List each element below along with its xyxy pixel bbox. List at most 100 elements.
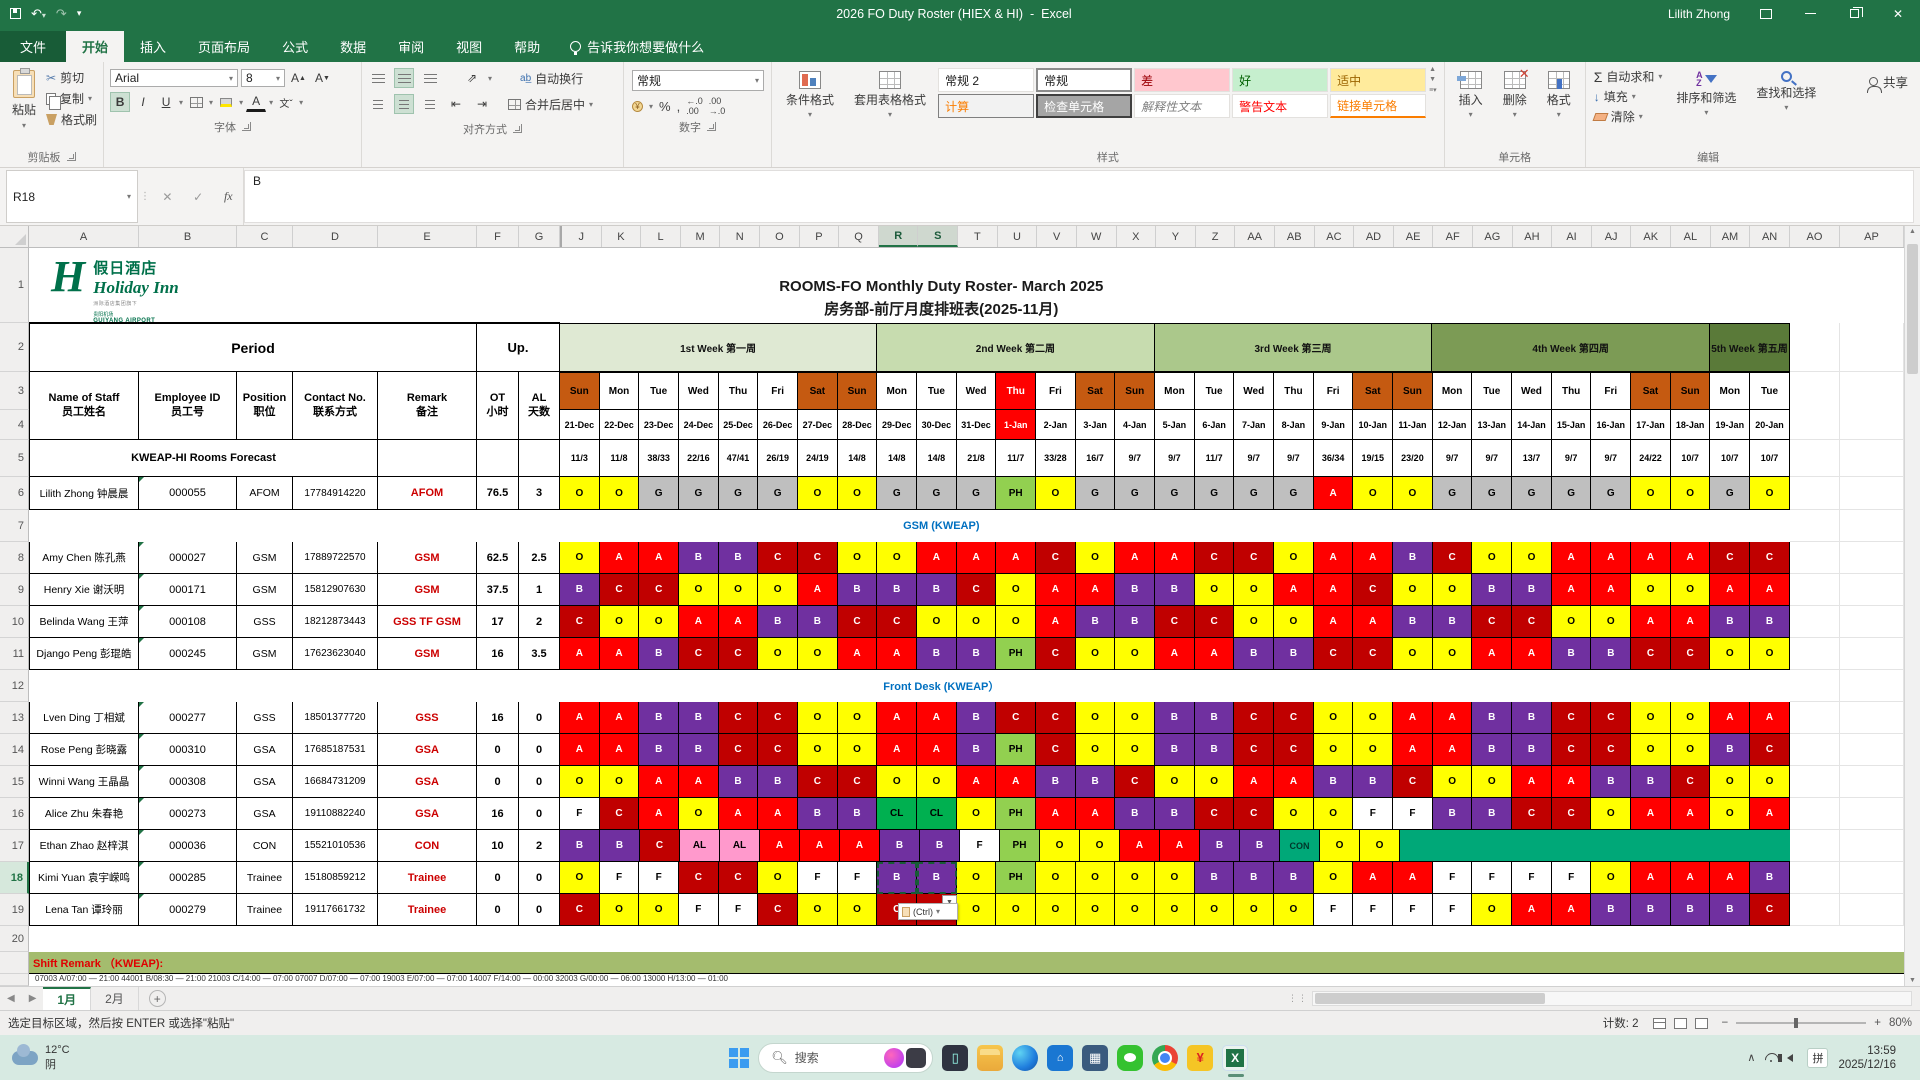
shift-cell[interactable]: C xyxy=(1234,542,1274,574)
ot-cell[interactable]: 17 xyxy=(477,606,519,638)
italic-button[interactable]: I xyxy=(133,92,153,112)
shift-cell[interactable]: AL xyxy=(720,830,760,862)
row-header-20[interactable]: 20 xyxy=(0,926,29,952)
position-cell[interactable]: GSM xyxy=(237,638,293,670)
empty-cell[interactable] xyxy=(1840,510,1904,542)
taskbar-store-icon[interactable]: ⌂ xyxy=(1047,1045,1073,1071)
shift-cell[interactable]: C xyxy=(838,606,878,638)
shift-cell[interactable]: B xyxy=(838,574,878,606)
shift-cell[interactable]: PH xyxy=(996,477,1036,510)
date-cell[interactable]: 3-Jan xyxy=(1076,410,1116,440)
table-header-cell[interactable]: Position职位 xyxy=(237,372,293,440)
column-header-D[interactable]: D xyxy=(293,226,378,247)
shift-cell[interactable]: A xyxy=(1353,606,1393,638)
shift-cell[interactable]: O xyxy=(1115,862,1155,894)
column-header-U[interactable]: U xyxy=(998,226,1038,247)
shift-cell[interactable]: F xyxy=(1353,894,1393,926)
forecast-cell[interactable]: 16/7 xyxy=(1076,440,1116,477)
shift-cell[interactable]: G xyxy=(639,477,679,510)
empty-cell[interactable] xyxy=(1840,894,1904,926)
empty-cell[interactable] xyxy=(1790,477,1840,510)
shift-cell[interactable]: A xyxy=(1671,862,1711,894)
shift-cell[interactable]: C xyxy=(1195,606,1235,638)
contact-cell[interactable]: 17784914220 xyxy=(293,477,378,510)
ot-cell[interactable]: 16 xyxy=(477,702,519,734)
staff-name-cell[interactable]: Ethan Zhao 赵梓淇 xyxy=(29,830,139,862)
staff-name-cell[interactable]: Alice Zhu 朱春艳 xyxy=(29,798,139,830)
date-cell[interactable]: 29-Dec xyxy=(877,410,917,440)
date-cell[interactable]: 20-Jan xyxy=(1750,410,1790,440)
shift-cell[interactable]: F xyxy=(1393,894,1433,926)
shift-cell[interactable]: O xyxy=(1671,477,1711,510)
contact-cell[interactable]: 15521010536 xyxy=(293,830,378,862)
shift-cell[interactable]: B xyxy=(1274,862,1314,894)
shift-cell[interactable]: B xyxy=(1512,734,1552,766)
shift-cell[interactable] xyxy=(1439,830,1478,862)
shift-cell[interactable]: G xyxy=(1155,477,1195,510)
shift-cell[interactable]: O xyxy=(1353,477,1393,510)
shift-cell[interactable]: G xyxy=(957,477,997,510)
forecast-cell[interactable]: 9/7 xyxy=(1433,440,1473,477)
shift-cell[interactable]: O xyxy=(1591,862,1631,894)
shift-cell[interactable]: B xyxy=(1155,798,1195,830)
forecast-cell[interactable]: 19/15 xyxy=(1353,440,1393,477)
tab-file[interactable]: 文件 xyxy=(0,31,66,62)
shift-cell[interactable]: PH xyxy=(996,798,1036,830)
day-name-cell[interactable]: Sat xyxy=(798,372,838,410)
shift-cell[interactable]: B xyxy=(798,606,838,638)
shift-cell[interactable]: C xyxy=(1552,798,1592,830)
staff-name-cell[interactable]: Amy Chen 陈孔燕 xyxy=(29,542,139,574)
ime-indicator[interactable]: 拼 xyxy=(1807,1048,1828,1068)
shift-cell[interactable]: O xyxy=(1076,862,1116,894)
al-cell[interactable]: 0 xyxy=(519,862,560,894)
shift-cell[interactable]: B xyxy=(1433,798,1473,830)
close-button[interactable]: ✕ xyxy=(1876,0,1920,27)
shift-cell[interactable]: G xyxy=(1433,477,1473,510)
forecast-cell[interactable]: 11/3 xyxy=(560,440,600,477)
empty-cell[interactable] xyxy=(1840,606,1904,638)
style-neutral[interactable]: 适中 xyxy=(1330,68,1426,92)
employee-id-cell[interactable]: 000055 xyxy=(139,477,237,510)
style-calculation[interactable]: 计算 xyxy=(938,94,1034,118)
styles-scroll-up-icon[interactable]: ▲ xyxy=(1429,66,1437,73)
shift-cell[interactable]: G xyxy=(1512,477,1552,510)
shift-cell[interactable]: O xyxy=(1314,862,1354,894)
ribbon-display-options-icon[interactable] xyxy=(1744,0,1788,27)
shift-cell[interactable]: A xyxy=(600,734,640,766)
shift-cell[interactable]: C xyxy=(1195,798,1235,830)
network-icon[interactable] xyxy=(1765,1053,1777,1062)
share-button[interactable]: 共享 xyxy=(1869,72,1908,91)
shift-cell[interactable]: B xyxy=(1115,574,1155,606)
shift-cell[interactable]: A xyxy=(996,542,1036,574)
shift-cell[interactable]: F xyxy=(639,862,679,894)
row-header-18[interactable]: 18 xyxy=(0,862,29,894)
remark-cell[interactable]: GSM xyxy=(378,574,477,606)
align-middle-icon[interactable] xyxy=(394,68,414,88)
date-cell[interactable]: 15-Jan xyxy=(1552,410,1592,440)
shift-cell[interactable]: B xyxy=(1240,830,1280,862)
table-header-cell[interactable]: OT小时 xyxy=(477,372,519,440)
shift-cell[interactable] xyxy=(1673,830,1712,862)
shift-cell[interactable]: C xyxy=(1314,638,1354,670)
shift-cell[interactable]: F xyxy=(1353,798,1393,830)
shift-cell[interactable]: B xyxy=(1155,574,1195,606)
shift-cell[interactable]: C xyxy=(1750,542,1790,574)
shift-cell[interactable]: B xyxy=(1591,894,1631,926)
grid-cell[interactable] xyxy=(378,440,477,477)
shift-cell[interactable]: B xyxy=(1750,606,1790,638)
column-header-AA[interactable]: AA xyxy=(1235,226,1275,247)
shift-cell[interactable]: B xyxy=(917,574,957,606)
shift-cell[interactable]: F xyxy=(1314,894,1354,926)
date-cell[interactable]: 12-Jan xyxy=(1433,410,1473,440)
shift-cell[interactable]: O xyxy=(1591,798,1631,830)
save-icon[interactable] xyxy=(10,8,21,19)
forecast-cell[interactable]: 14/8 xyxy=(917,440,957,477)
shift-cell[interactable]: C xyxy=(639,574,679,606)
shift-cell[interactable]: A xyxy=(600,542,640,574)
shift-cell[interactable]: O xyxy=(996,574,1036,606)
shift-cell[interactable]: G xyxy=(1115,477,1155,510)
day-name-cell[interactable]: Thu xyxy=(1274,372,1314,410)
confirm-entry-icon[interactable]: ✓ xyxy=(193,190,203,204)
shift-cell[interactable]: C xyxy=(719,862,759,894)
roster-title-block[interactable]: ROOMS-FO Monthly Duty Roster- March 2025… xyxy=(560,248,1323,323)
